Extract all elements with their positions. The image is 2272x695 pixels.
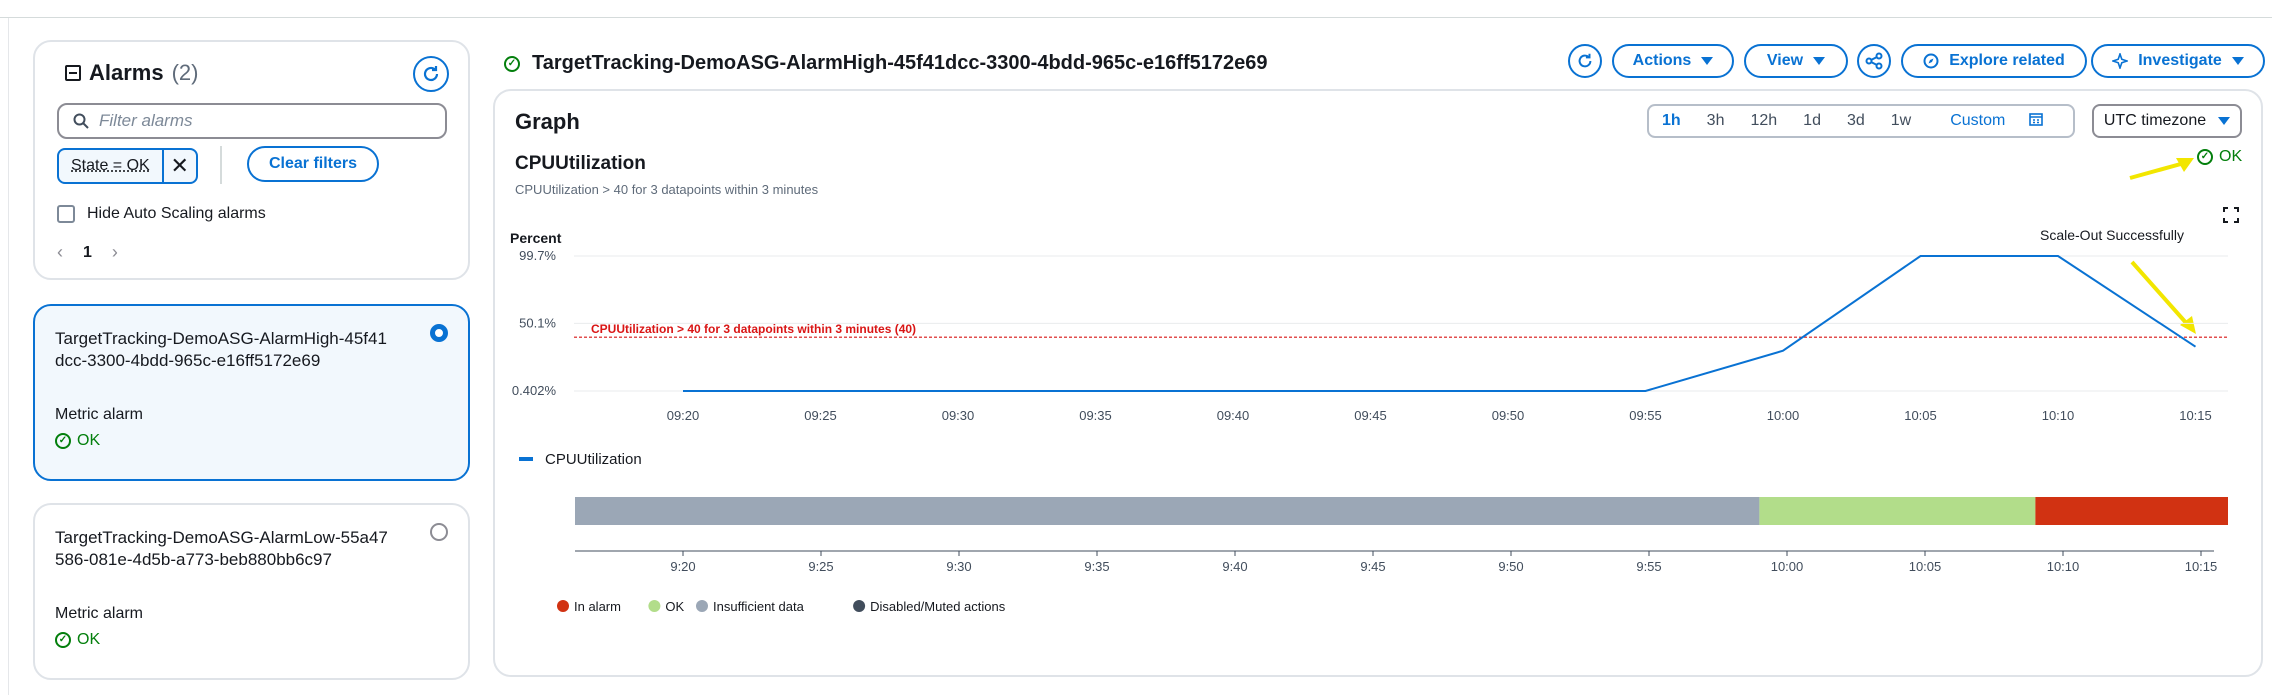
compass-icon — [1923, 53, 1939, 69]
investigate-label: Investigate — [2138, 52, 2222, 69]
view-label: View — [1766, 52, 1804, 69]
check-circle-icon: ✓ — [55, 632, 71, 648]
alarm-status-text: OK — [77, 432, 101, 449]
refresh-icon — [423, 66, 439, 82]
filter-chip-label: State = OK — [71, 157, 150, 174]
alarm-card-high[interactable]: TargetTracking-DemoASG-AlarmHigh-45f41dc… — [33, 304, 470, 481]
alarms-filter-card: Alarms (2) Filter alarms State = OK ✕ Cl… — [33, 40, 470, 280]
hide-autoscaling-checkbox[interactable] — [57, 205, 75, 223]
range-12h[interactable]: 12h — [1737, 112, 1790, 130]
range-3d[interactable]: 3d — [1834, 112, 1878, 130]
range-1w[interactable]: 1w — [1878, 112, 1924, 130]
caret-down-icon — [1813, 57, 1826, 65]
hide-autoscaling-label: Hide Auto Scaling alarms — [87, 205, 266, 222]
filter-separator — [220, 146, 222, 184]
current-page[interactable]: 1 — [83, 244, 92, 262]
filter-alarms-input[interactable]: Filter alarms — [57, 103, 447, 139]
alarm-type: Metric alarm — [55, 605, 144, 622]
refresh-alarms-button[interactable] — [413, 56, 449, 92]
check-circle-icon: ✓ — [55, 433, 71, 449]
caret-down-icon — [2218, 117, 2231, 125]
filter-chip[interactable]: State = OK ✕ — [57, 148, 198, 184]
alarms-count: (2) — [171, 60, 199, 85]
range-1d[interactable]: 1d — [1790, 112, 1834, 130]
explore-related-label: Explore related — [1949, 52, 2065, 69]
refresh-icon — [1578, 53, 1592, 68]
alarm-type: Metric alarm — [55, 406, 144, 423]
range-custom[interactable]: Custom — [1924, 112, 2056, 130]
share-icon — [1865, 52, 1883, 70]
caret-down-icon — [2231, 57, 2244, 65]
alarm-name: TargetTracking-DemoASG-AlarmLow-55a47586… — [55, 528, 388, 569]
collapse-icon[interactable] — [65, 65, 81, 81]
remove-filter-icon[interactable]: ✕ — [161, 150, 196, 182]
alarm-state: ✓ OK — [2197, 148, 2242, 166]
alarm-card-low[interactable]: TargetTracking-DemoASG-AlarmLow-55a47586… — [33, 503, 470, 680]
explore-related-button[interactable]: Explore related — [1901, 44, 2087, 78]
filter-placeholder: Filter alarms — [99, 111, 193, 130]
caret-down-icon — [1701, 57, 1714, 65]
graph-title: Graph — [515, 109, 580, 134]
graph-panel: Graph 1h 3h 12h 1d 3d 1w Custom UTC time… — [493, 89, 2263, 677]
check-circle-icon: ✓ — [504, 55, 520, 72]
share-button[interactable] — [1857, 44, 1891, 78]
actions-label: Actions — [1632, 52, 1692, 69]
left-divider — [8, 18, 9, 695]
view-button[interactable]: View — [1744, 44, 1848, 78]
range-3h[interactable]: 3h — [1694, 112, 1738, 130]
alarm-status-text: OK — [77, 631, 101, 648]
clear-filters-button[interactable]: Clear filters — [247, 146, 379, 182]
pagination: ‹ 1 › — [57, 242, 118, 263]
calendar-icon — [2028, 113, 2043, 126]
alarm-status: ✓ OK — [55, 631, 100, 649]
alarms-title: Alarms — [89, 60, 164, 85]
timezone-select[interactable]: UTC timezone — [2092, 104, 2242, 138]
top-strip — [0, 0, 2272, 18]
refresh-button[interactable] — [1568, 44, 1602, 78]
next-page-icon[interactable]: › — [112, 242, 118, 263]
alarm-status: ✓ OK — [55, 432, 100, 450]
investigate-button[interactable]: Investigate — [2091, 44, 2265, 78]
alarm-select-radio[interactable] — [430, 324, 448, 342]
search-icon — [73, 113, 89, 129]
prev-page-icon[interactable]: ‹ — [57, 242, 63, 263]
hide-autoscaling-row[interactable]: Hide Auto Scaling alarms — [57, 205, 266, 223]
custom-label: Custom — [1950, 112, 2006, 129]
alarm-state-text: OK — [2219, 148, 2243, 165]
sparkle-icon — [2112, 53, 2129, 69]
timezone-label: UTC timezone — [2103, 112, 2207, 129]
time-range-selector: 1h 3h 12h 1d 3d 1w Custom — [1647, 104, 2075, 138]
alarm-name: TargetTracking-DemoASG-AlarmHigh-45f41dc… — [55, 329, 387, 370]
alarm-title: TargetTracking-DemoASG-AlarmHigh-45f41dc… — [532, 52, 1268, 74]
metric-subtitle: CPUUtilization > 40 for 3 datapoints wit… — [515, 182, 819, 197]
check-circle-icon: ✓ — [2197, 149, 2213, 165]
alarm-select-radio[interactable] — [430, 523, 448, 541]
alarm-header: ✓ TargetTracking-DemoASG-AlarmHigh-45f41… — [504, 52, 1267, 75]
range-1h[interactable]: 1h — [1649, 112, 1694, 130]
metric-title: CPUUtilization — [515, 153, 646, 174]
alarms-header: Alarms (2) — [65, 60, 198, 86]
expand-icon[interactable] — [2223, 207, 2239, 228]
actions-button[interactable]: Actions — [1612, 44, 1734, 78]
